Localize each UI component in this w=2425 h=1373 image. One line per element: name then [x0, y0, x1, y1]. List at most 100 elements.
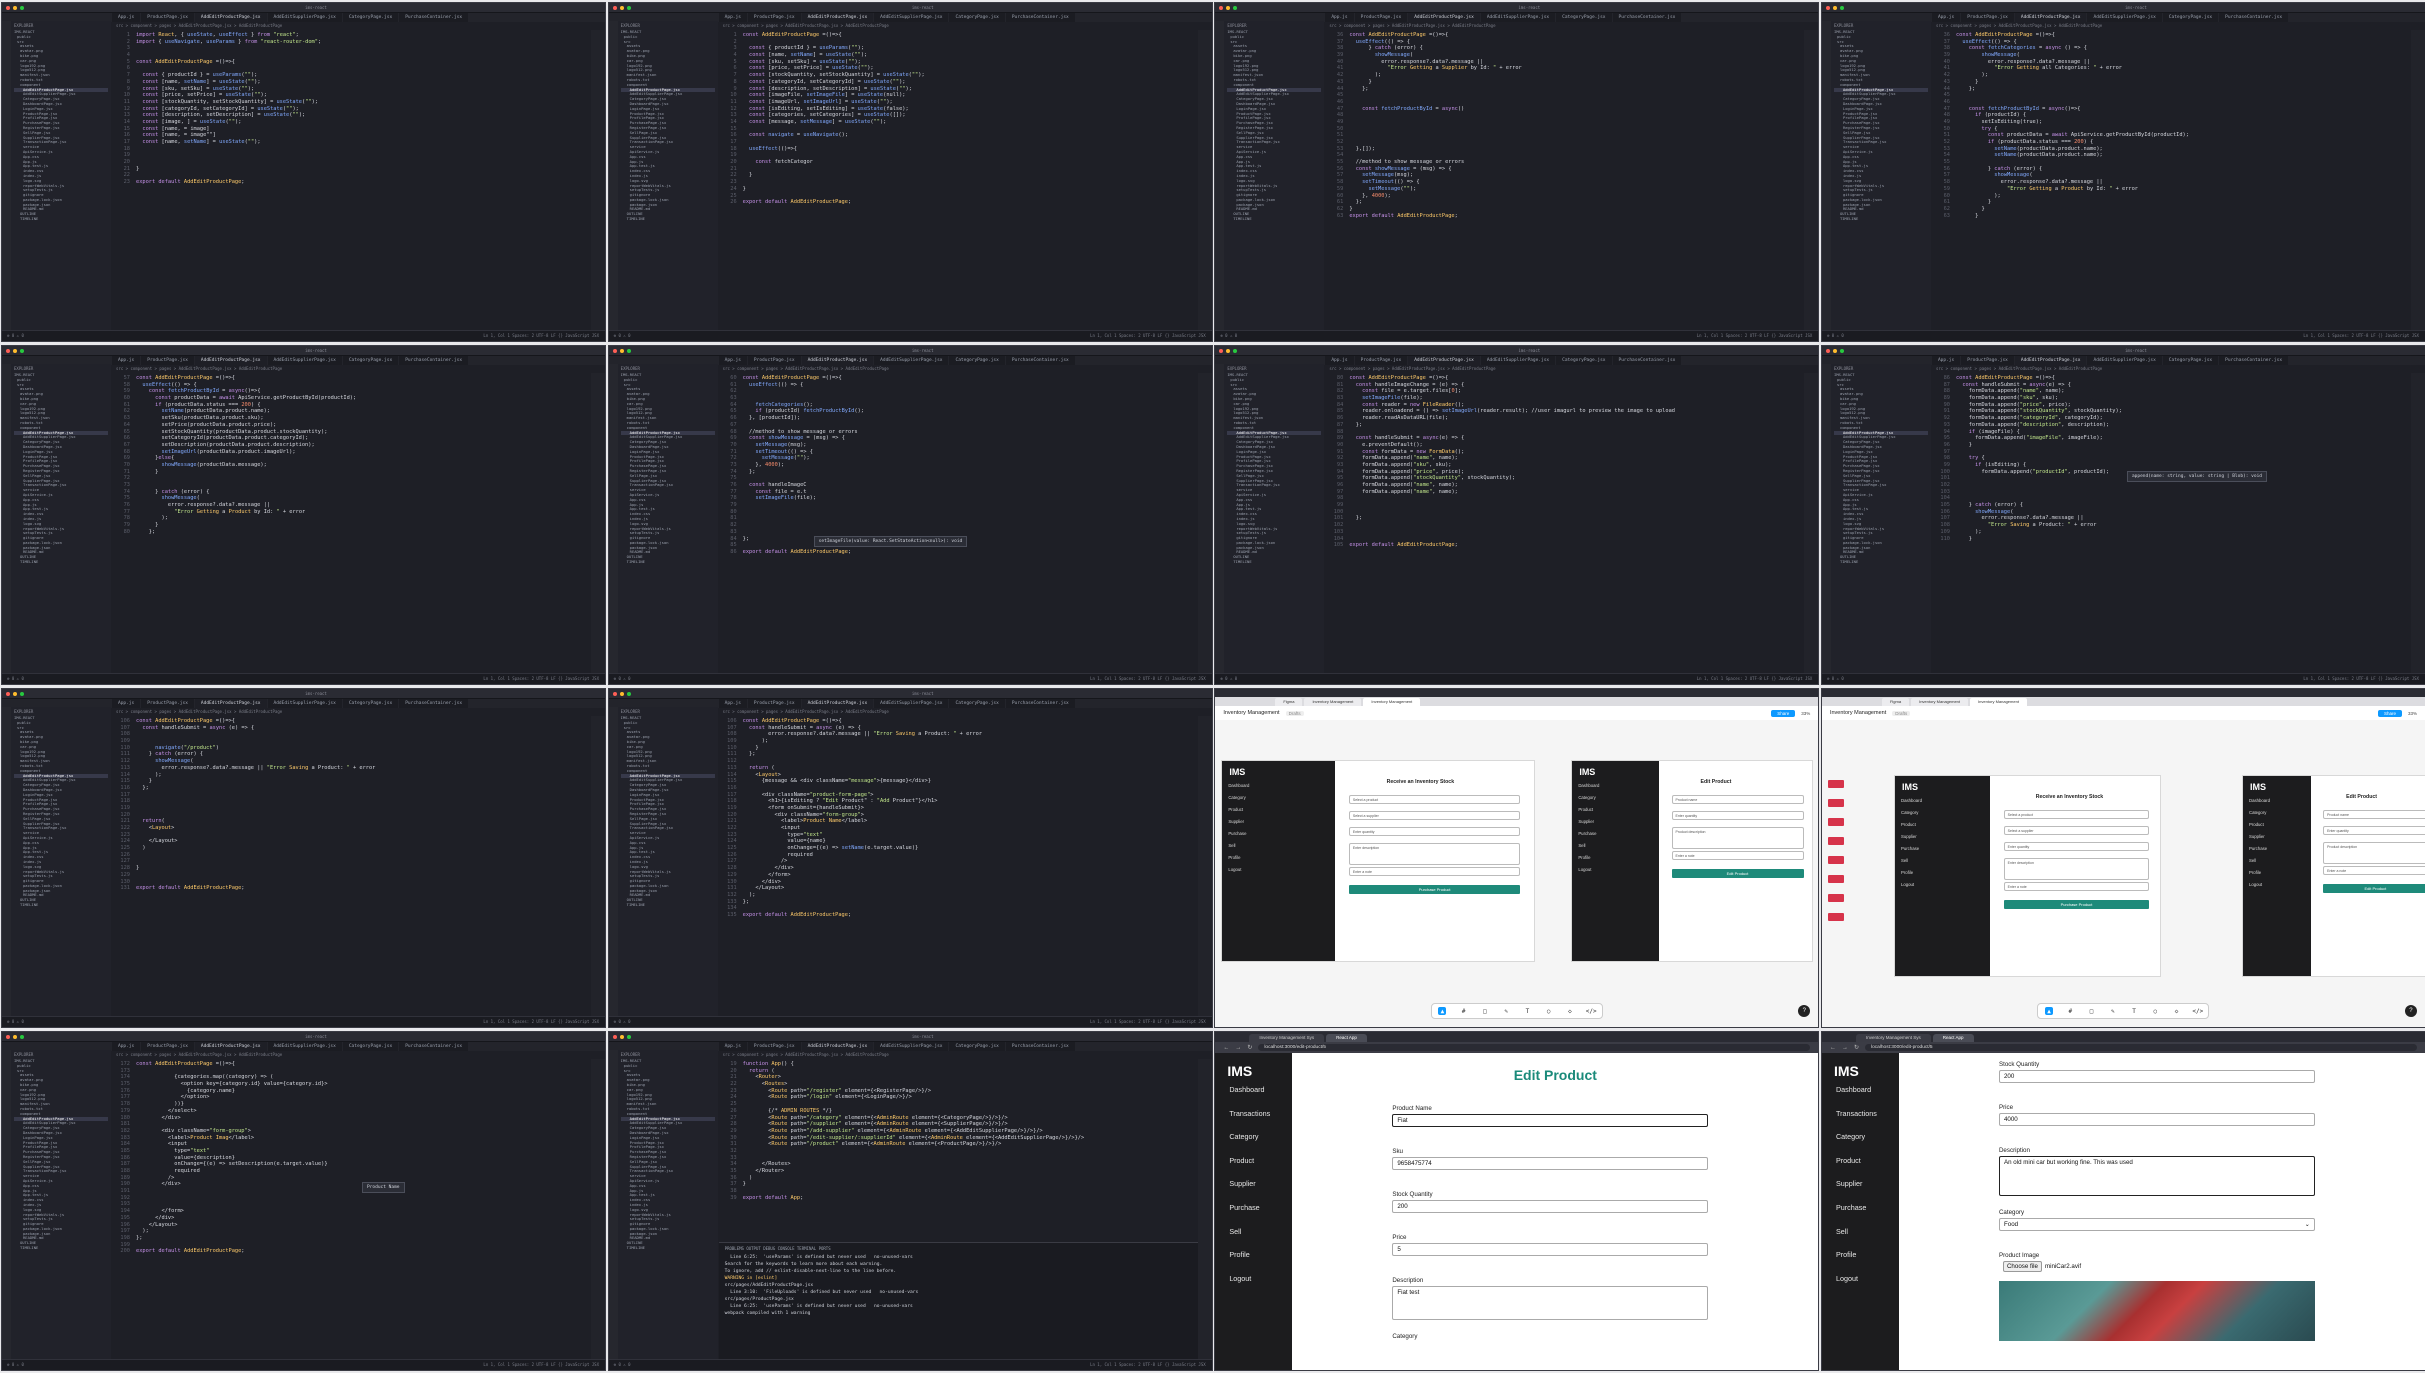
minimize-icon[interactable]: [1226, 348, 1231, 353]
explorer-item[interactable]: TIMELINE: [621, 217, 715, 222]
component-icon[interactable]: ◇: [2173, 1007, 2181, 1015]
figma-tab[interactable]: Inventory Management: [1363, 698, 1421, 706]
panel-tabs[interactable]: PROBLEMS OUTPUT DEBUG CONSOLE TERMINAL P…: [725, 1246, 1192, 1251]
design-frame[interactable]: IMS Dashboard Category Product Supplier Purch…: [1221, 760, 1536, 962]
sidebar-item-logout[interactable]: Logout: [1836, 1274, 1899, 1283]
form-submit-button[interactable]: Edit Product: [2323, 884, 2425, 893]
frame-icon[interactable]: #: [2066, 1007, 2074, 1015]
form-submit-button[interactable]: Purchase Product: [1348, 885, 1521, 894]
code-editor[interactable]: 57 const AddEditProductPage =()=>{58 useE…: [112, 373, 591, 674]
minimize-icon[interactable]: [1832, 348, 1837, 353]
minimize-icon[interactable]: [619, 1034, 624, 1039]
form-field[interactable]: Enter a note: [1671, 851, 1804, 860]
comment-icon[interactable]: ○: [2151, 1007, 2159, 1015]
sidebar-item-dashboard[interactable]: Dashboard: [1229, 1085, 1292, 1094]
share-button[interactable]: Share: [1771, 709, 1796, 717]
minimize-icon[interactable]: [619, 691, 624, 696]
component-icon[interactable]: ◇: [1566, 1007, 1574, 1015]
code-editor[interactable]: 1 import React, { useState, useEffect } f…: [112, 30, 591, 331]
sidebar-item-purchase[interactable]: Purchase: [1836, 1203, 1899, 1212]
field-input-price[interactable]: 5: [1392, 1243, 1709, 1256]
move-icon[interactable]: ▲: [1438, 1007, 1447, 1015]
form-field[interactable]: Enter a note: [1348, 867, 1521, 876]
code-icon[interactable]: </>: [1586, 1007, 1597, 1015]
form-field[interactable]: Select a product: [1348, 795, 1521, 804]
sidebar-item-sell[interactable]: Sell: [1836, 1227, 1899, 1236]
field-input-description[interactable]: Fiat test: [1392, 1286, 1709, 1320]
forward-icon[interactable]: →: [1842, 1045, 1848, 1051]
code-editor[interactable]: 19 function App() {20 return (21 <Router>…: [719, 1059, 1198, 1242]
explorer-item[interactable]: TIMELINE: [14, 903, 108, 908]
maximize-icon[interactable]: [626, 348, 631, 353]
sidebar-item-sell[interactable]: Sell: [1229, 1227, 1292, 1236]
form-field[interactable]: Select a product: [2003, 810, 2150, 819]
text-icon[interactable]: T: [2130, 1007, 2138, 1015]
maximize-icon[interactable]: [1839, 5, 1844, 10]
browser-tab[interactable]: React App: [1932, 1034, 1974, 1042]
share-button[interactable]: Share: [2377, 709, 2402, 717]
field-input-description[interactable]: An old mini car but working fine. This w…: [1998, 1156, 2315, 1196]
browser-tab[interactable]: React App: [1326, 1034, 1367, 1042]
code-editor[interactable]: 172 const AddEditProductPage =()=>{173 174…: [112, 1059, 591, 1360]
url-field[interactable]: localhost:3000/edit-product/5: [1258, 1044, 1811, 1051]
frame-icon[interactable]: #: [1460, 1007, 1468, 1015]
explorer-item[interactable]: TIMELINE: [621, 1246, 715, 1251]
pen-icon[interactable]: ✎: [1502, 1007, 1510, 1015]
explorer-item[interactable]: TIMELINE: [1834, 560, 1928, 565]
maximize-icon[interactable]: [20, 1034, 24, 1039]
design-frame[interactable]: IMS Dashboard Category Product Supplier Purch…: [1571, 760, 1814, 962]
rectangle-icon[interactable]: □: [2088, 1007, 2096, 1015]
form-field[interactable]: Enter quantity: [1671, 811, 1804, 820]
close-icon[interactable]: [6, 691, 10, 696]
comment-icon[interactable]: ○: [1545, 1007, 1553, 1015]
form-field[interactable]: Select a supplier: [2003, 826, 2150, 835]
form-field[interactable]: Select a supplier: [1348, 811, 1521, 820]
close-icon[interactable]: [612, 691, 617, 696]
design-frame[interactable]: IMS Dashboard Category Product Supplier Purch…: [2241, 775, 2425, 977]
close-icon[interactable]: [612, 348, 617, 353]
sidebar-item-product[interactable]: Product: [1836, 1156, 1899, 1165]
browser-tab[interactable]: Inventory Management Sys: [1249, 1034, 1325, 1042]
code-icon[interactable]: </>: [2192, 1007, 2203, 1015]
code-editor[interactable]: 80 const AddEditProductPage =()=>{81 cons…: [1325, 373, 1804, 674]
field-input-stock-quantity[interactable]: 200: [1392, 1200, 1709, 1213]
maximize-icon[interactable]: [1839, 348, 1844, 353]
figma-tab[interactable]: Inventory Management: [1970, 698, 2027, 706]
minimize-icon[interactable]: [13, 691, 17, 696]
form-field[interactable]: Enter description: [2003, 858, 2150, 880]
project-name[interactable]: Inventory Management: [1830, 710, 1886, 716]
form-field[interactable]: Enter quantity: [1348, 827, 1521, 836]
field-input-stock-quantity[interactable]: 200: [1998, 1070, 2315, 1083]
close-icon[interactable]: [1825, 348, 1830, 353]
maximize-icon[interactable]: [20, 691, 24, 696]
close-icon[interactable]: [6, 1034, 10, 1039]
close-icon[interactable]: [612, 5, 617, 10]
form-field[interactable]: Enter quantity: [2323, 826, 2425, 835]
sidebar-item-supplier[interactable]: Supplier: [1836, 1179, 1899, 1188]
choose-file-button[interactable]: Choose file: [2002, 1261, 2042, 1272]
minimize-icon[interactable]: [13, 1034, 17, 1039]
field-input-category[interactable]: Food ⌄: [1998, 1218, 2315, 1231]
maximize-icon[interactable]: [20, 5, 24, 10]
maximize-icon[interactable]: [1233, 348, 1238, 353]
code-editor[interactable]: 60 const AddEditProductPage =()=>{61 useE…: [719, 373, 1198, 674]
minimize-icon[interactable]: [13, 5, 17, 10]
form-field[interactable]: Enter quantity: [2003, 842, 2150, 851]
browser-tab[interactable]: Inventory Management Sys: [1855, 1034, 1931, 1042]
code-editor[interactable]: 1 const AddEditProductPage =()=>{2 3 const…: [719, 30, 1198, 331]
close-icon[interactable]: [1825, 5, 1830, 10]
close-icon[interactable]: [6, 5, 10, 10]
figma-tab[interactable]: Inventory Management: [1304, 698, 1362, 706]
design-frame[interactable]: IMS Dashboard Category Product Supplier Purch…: [1893, 775, 2161, 977]
sidebar-item-dashboard[interactable]: Dashboard: [1836, 1085, 1899, 1094]
minimize-icon[interactable]: [619, 5, 624, 10]
explorer-item[interactable]: TIMELINE: [1227, 217, 1321, 222]
field-input-product-image[interactable]: Choose file miniCar2.avif: [1998, 1261, 2315, 1274]
figma-tab[interactable]: Figma: [1275, 698, 1303, 706]
url-field[interactable]: localhost:3000/edit-product/5: [1865, 1044, 2417, 1051]
move-icon[interactable]: ▲: [2045, 1007, 2054, 1015]
code-editor[interactable]: 106 const AddEditProductPage =()=>{107 co…: [112, 716, 591, 1017]
field-input-product-name[interactable]: Fiat: [1392, 1114, 1709, 1127]
explorer-item[interactable]: TIMELINE: [14, 217, 108, 222]
form-submit-button[interactable]: Purchase Product: [2003, 900, 2150, 909]
